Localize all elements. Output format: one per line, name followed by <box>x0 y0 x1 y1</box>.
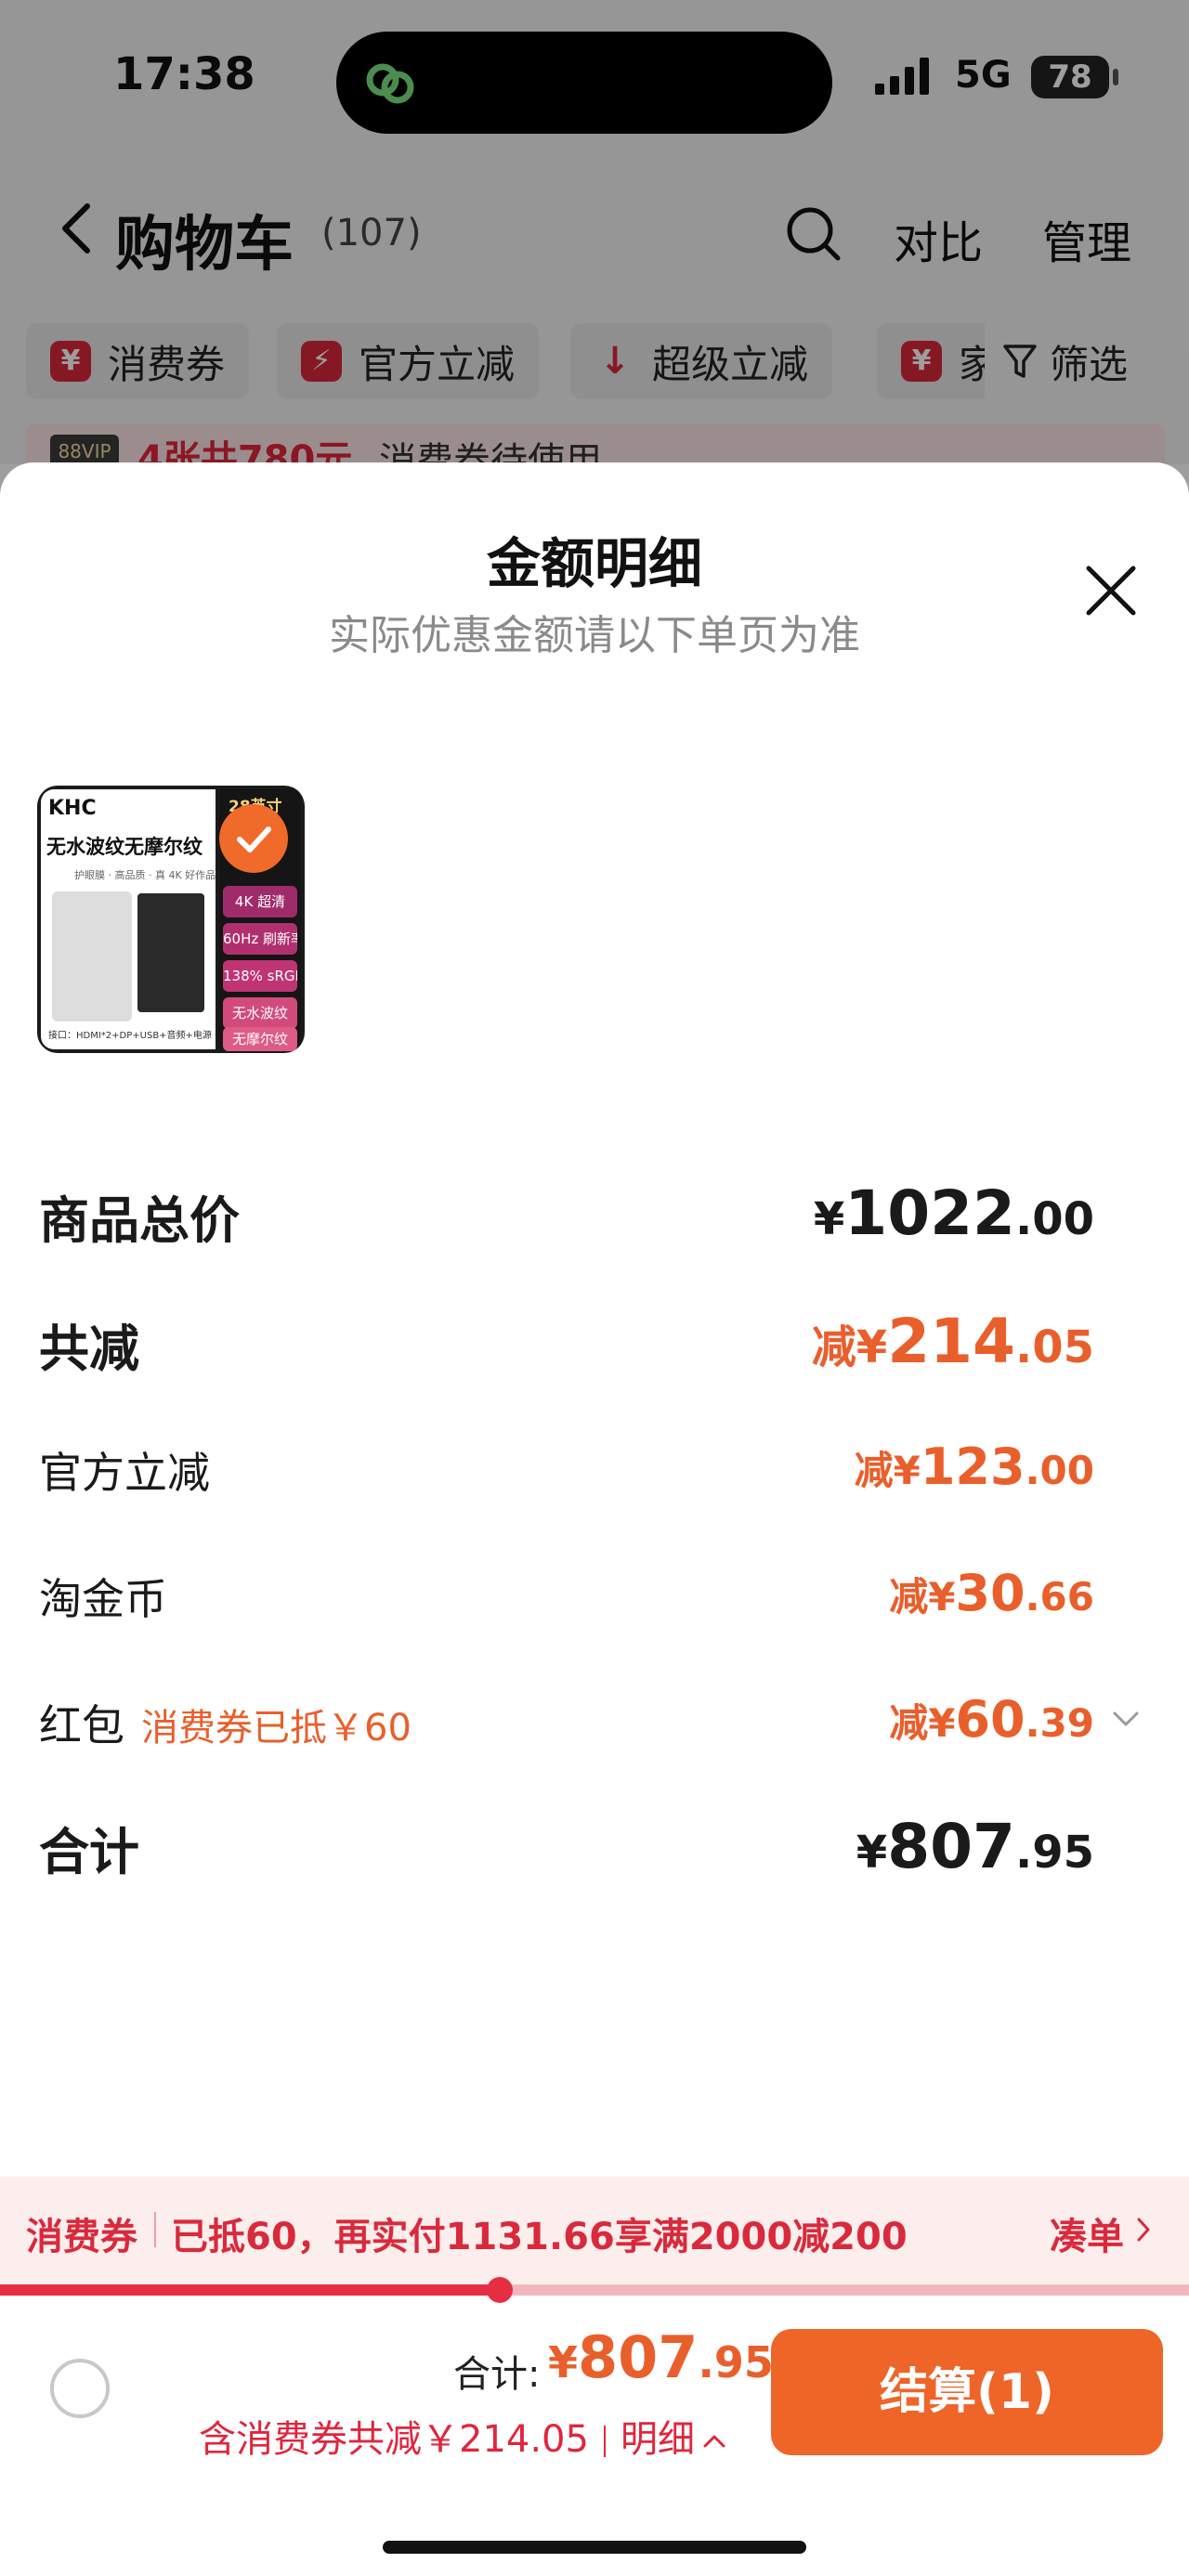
thumb-subtext: 护眼膜 · 高品质 · 真 4K 好作品 <box>74 869 216 881</box>
thumb-tag: 138% sRGB <box>223 960 297 992</box>
sheet-subtitle: 实际优惠金额请以下单页为准 <box>329 612 860 659</box>
red-packet-row: 红包 消费券已抵￥60 <box>39 1692 412 1753</box>
chevron-right-icon <box>1137 2218 1150 2242</box>
thumb-headline: 无水波纹无摩尔纹 <box>46 836 203 858</box>
discount-text: 含消费券共减￥214.05 <box>199 2418 589 2461</box>
divider <box>154 2212 156 2247</box>
progress-fill <box>0 2284 500 2296</box>
official-discount-amount: 减¥123.00 <box>854 1438 1094 1496</box>
official-discount-label: 官方立减 <box>39 1448 210 1498</box>
monitor-image <box>137 893 204 1012</box>
sheet-title: 金额明细 <box>486 532 702 595</box>
total-price-label: 商品总价 <box>39 1191 240 1250</box>
red-packet-label: 红包 <box>39 1700 124 1750</box>
thumb-ports: 接口：HDMI*2+DP+USB+音频+电源 <box>48 1031 212 1041</box>
selected-check[interactable] <box>219 804 288 873</box>
chevron-down-icon[interactable] <box>1111 1709 1141 1729</box>
red-packet-amount[interactable]: 减¥60.39 <box>889 1690 1094 1749</box>
divider <box>603 2426 606 2457</box>
coupon-progress-bar[interactable]: 消费券 已抵60，再实付1131.66享满2000减200 凑单 <box>0 2177 1189 2286</box>
thumb-tag: 60Hz 刷新率 <box>223 923 297 955</box>
red-packet-note: 消费券已抵￥60 <box>141 1707 412 1750</box>
thumb-panel: KHC 无水波纹无摩尔纹 护眼膜 · 高品质 · 真 4K 好作品 接口：HDM… <box>41 789 216 1049</box>
thumb-tag: 无摩尔纹 <box>223 1027 297 1051</box>
thumb-tag: 4K 超清 <box>223 886 297 917</box>
coupon-tag: 消费券 <box>26 2216 137 2258</box>
thumb-brand: KHC <box>48 797 97 820</box>
coins-label: 淘金币 <box>39 1574 167 1624</box>
progress-knob <box>487 2277 513 2303</box>
total-discount-label: 共减 <box>39 1320 139 1378</box>
model-image <box>52 891 132 1021</box>
coupon-text: 已抵60，再实付1131.66享满2000减200 <box>171 2216 908 2258</box>
footer-discount-line: 含消费券共减￥214.05 明细 <box>199 2409 726 2463</box>
add-items-link[interactable]: 凑单 <box>1050 2206 1124 2260</box>
close-icon[interactable] <box>1078 557 1144 624</box>
select-all-checkbox[interactable] <box>50 2359 110 2418</box>
total-price-amount: ¥1022.00 <box>813 1177 1094 1249</box>
detail-link[interactable]: 明细 <box>621 2418 695 2461</box>
total-discount-amount: 减¥214.05 <box>811 1306 1094 1377</box>
thumb-tag: 无水波纹 <box>223 997 297 1029</box>
home-indicator <box>383 2541 806 2554</box>
coins-amount: 减¥30.66 <box>889 1564 1094 1622</box>
sum-amount: ¥807.95 <box>856 1811 1094 1882</box>
chevron-up-icon[interactable] <box>702 2434 726 2449</box>
sum-label: 合计 <box>39 1823 139 1881</box>
footer-total-amount: ¥807.95 <box>548 2323 774 2391</box>
check-icon <box>237 826 271 852</box>
footer-total-label: 合计: <box>453 2353 541 2396</box>
checkout-button[interactable]: 结算(1) <box>771 2329 1163 2455</box>
